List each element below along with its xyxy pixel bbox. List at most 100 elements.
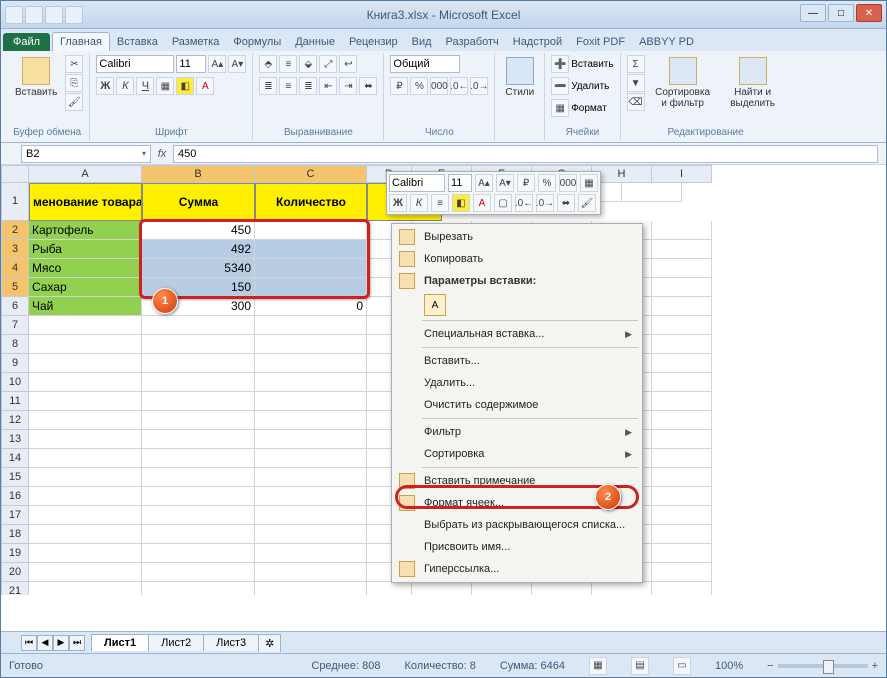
row-header-20[interactable]: 20 bbox=[1, 563, 29, 582]
cell[interactable] bbox=[652, 544, 712, 563]
cell[interactable] bbox=[652, 221, 712, 240]
mini-inc-decimal[interactable]: .0→ bbox=[536, 194, 554, 212]
cell[interactable] bbox=[255, 582, 367, 595]
cell[interactable] bbox=[652, 468, 712, 487]
number-format-select[interactable] bbox=[390, 55, 460, 73]
cell[interactable] bbox=[652, 297, 712, 316]
tab-abbyy[interactable]: ABBYY PD bbox=[632, 33, 701, 51]
tab-data[interactable]: Данные bbox=[288, 33, 342, 51]
cell[interactable] bbox=[142, 525, 255, 544]
cell[interactable] bbox=[29, 544, 142, 563]
cell[interactable] bbox=[255, 430, 367, 449]
zoom-in-icon[interactable]: + bbox=[872, 660, 878, 672]
cell[interactable] bbox=[472, 582, 532, 595]
view-layout-icon[interactable]: ▤ bbox=[631, 657, 649, 675]
row-header-3[interactable]: 3 bbox=[1, 240, 29, 259]
row-header-2[interactable]: 2 bbox=[1, 221, 29, 240]
mini-dec-decimal[interactable]: .0← bbox=[515, 194, 533, 212]
row-header-14[interactable]: 14 bbox=[1, 449, 29, 468]
mini-comma-icon[interactable]: 000 bbox=[559, 174, 577, 192]
cell[interactable] bbox=[652, 430, 712, 449]
menu-filter[interactable]: Фильтр▶ bbox=[394, 421, 640, 443]
cell[interactable] bbox=[29, 392, 142, 411]
sheet-tab-3[interactable]: Лист3 bbox=[203, 634, 259, 651]
paste-option-button[interactable]: A bbox=[424, 294, 446, 316]
mini-font-size[interactable] bbox=[448, 174, 472, 192]
cell[interactable] bbox=[29, 563, 142, 582]
cell[interactable] bbox=[255, 373, 367, 392]
cell[interactable] bbox=[255, 506, 367, 525]
align-bottom-icon[interactable]: ⬙ bbox=[299, 55, 317, 73]
cell[interactable] bbox=[652, 373, 712, 392]
header-cell-c[interactable]: Количество bbox=[255, 183, 367, 221]
cell[interactable] bbox=[255, 544, 367, 563]
menu-cut[interactable]: Вырезать bbox=[394, 226, 640, 248]
cell[interactable] bbox=[29, 354, 142, 373]
cell[interactable] bbox=[255, 563, 367, 582]
cell[interactable] bbox=[652, 449, 712, 468]
cell[interactable] bbox=[142, 582, 255, 595]
view-normal-icon[interactable]: ▦ bbox=[589, 657, 607, 675]
row-header-18[interactable]: 18 bbox=[1, 525, 29, 544]
format-cells-label[interactable]: Формат bbox=[571, 103, 607, 114]
row-header-13[interactable]: 13 bbox=[1, 430, 29, 449]
border-button[interactable]: ▦ bbox=[156, 77, 174, 95]
cell[interactable] bbox=[592, 582, 652, 595]
cell[interactable] bbox=[29, 373, 142, 392]
row-header-12[interactable]: 12 bbox=[1, 411, 29, 430]
sheet-tab-1[interactable]: Лист1 bbox=[91, 634, 149, 651]
fx-icon[interactable]: fx bbox=[151, 148, 173, 160]
currency-icon[interactable]: ₽ bbox=[390, 77, 408, 95]
cell[interactable] bbox=[142, 335, 255, 354]
mini-percent-icon[interactable]: % bbox=[538, 174, 556, 192]
cell-a2[interactable]: Картофель bbox=[29, 221, 142, 240]
comma-icon[interactable]: 000 bbox=[430, 77, 448, 95]
underline-button[interactable]: Ч bbox=[136, 77, 154, 95]
cell[interactable] bbox=[652, 506, 712, 525]
percent-icon[interactable]: % bbox=[410, 77, 428, 95]
cell[interactable] bbox=[652, 316, 712, 335]
mini-format-painter[interactable]: 🖌 bbox=[578, 194, 596, 212]
wrap-text-icon[interactable]: ↩ bbox=[339, 55, 357, 73]
menu-clear-contents[interactable]: Очистить содержимое bbox=[394, 394, 640, 416]
name-box[interactable]: B2 bbox=[21, 145, 151, 163]
row-header-15[interactable]: 15 bbox=[1, 468, 29, 487]
cell[interactable] bbox=[622, 183, 682, 202]
cell[interactable] bbox=[29, 468, 142, 487]
row-header-7[interactable]: 7 bbox=[1, 316, 29, 335]
row-header-21[interactable]: 21 bbox=[1, 582, 29, 595]
mini-merge[interactable]: ⬌ bbox=[557, 194, 575, 212]
menu-hyperlink[interactable]: Гиперссылка... bbox=[394, 558, 640, 580]
redo-icon[interactable] bbox=[65, 6, 83, 24]
sheet-tab-2[interactable]: Лист2 bbox=[148, 634, 204, 651]
row-header-17[interactable]: 17 bbox=[1, 506, 29, 525]
sheet-nav-prev-icon[interactable]: ◀ bbox=[37, 635, 53, 651]
cell[interactable] bbox=[142, 392, 255, 411]
col-header-I[interactable]: I bbox=[652, 165, 712, 183]
cell-a5[interactable]: Сахар bbox=[29, 278, 142, 297]
row-header-9[interactable]: 9 bbox=[1, 354, 29, 373]
mini-border-icon[interactable]: ▦ bbox=[580, 174, 598, 192]
cell[interactable] bbox=[142, 411, 255, 430]
header-cell-b[interactable]: Сумма bbox=[142, 183, 255, 221]
cell[interactable] bbox=[652, 335, 712, 354]
cell[interactable] bbox=[652, 582, 712, 595]
cell[interactable] bbox=[255, 354, 367, 373]
grow-font-icon[interactable]: A▴ bbox=[208, 55, 226, 73]
align-left-icon[interactable]: ≣ bbox=[259, 77, 277, 95]
cell[interactable] bbox=[29, 506, 142, 525]
indent-inc-icon[interactable]: ⇥ bbox=[339, 77, 357, 95]
orientation-icon[interactable]: ⤢ bbox=[319, 55, 337, 73]
tab-review[interactable]: Рецензир bbox=[342, 33, 405, 51]
menu-copy[interactable]: Копировать bbox=[394, 248, 640, 270]
cell[interactable] bbox=[29, 411, 142, 430]
cell[interactable] bbox=[142, 316, 255, 335]
cell[interactable] bbox=[412, 582, 472, 595]
cell-c3[interactable] bbox=[255, 240, 367, 259]
format-painter-icon[interactable]: 🖌 bbox=[65, 93, 83, 111]
cell[interactable] bbox=[652, 487, 712, 506]
autosum-icon[interactable]: Σ bbox=[627, 55, 645, 73]
fill-icon[interactable]: ▼ bbox=[627, 74, 645, 92]
shrink-font-icon[interactable]: A▾ bbox=[228, 55, 246, 73]
cell[interactable] bbox=[29, 487, 142, 506]
